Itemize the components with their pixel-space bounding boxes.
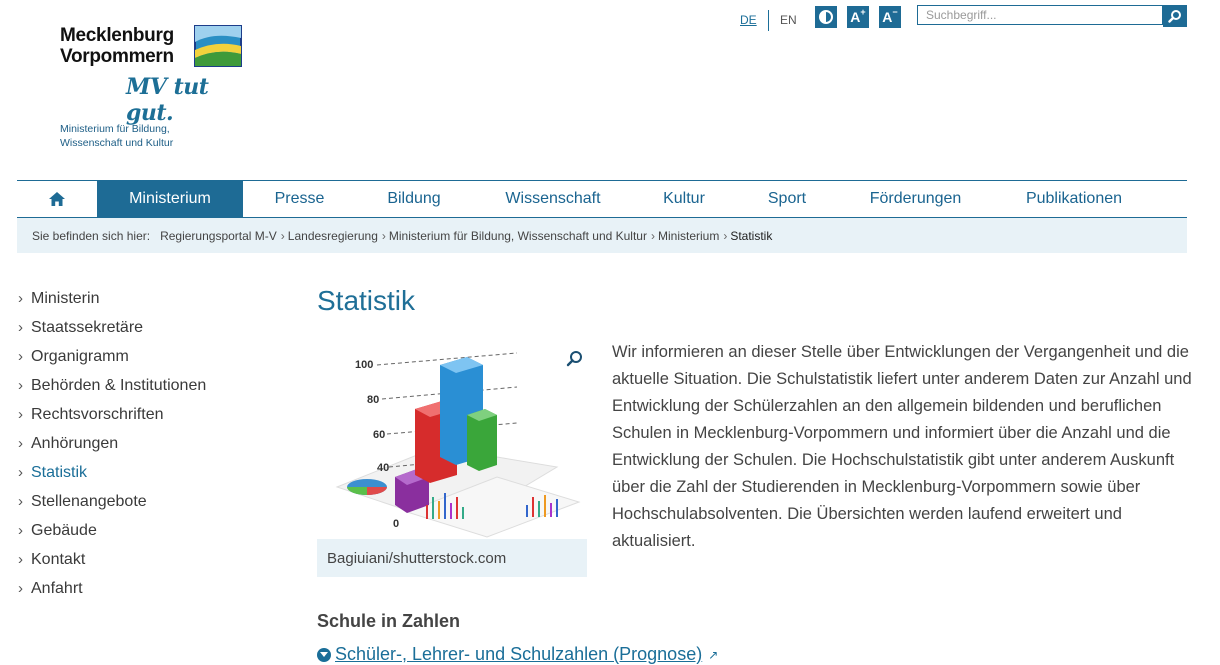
- logo-wordmark-line1: Mecklenburg: [60, 25, 174, 46]
- nav-home[interactable]: [17, 181, 97, 217]
- sidebar-item-label: Anhörungen: [31, 434, 119, 452]
- image-caption: Bagiuiani/shutterstock.com: [317, 539, 587, 577]
- axis-label: 0: [393, 518, 399, 530]
- breadcrumb-item[interactable]: Landesregierung: [288, 229, 378, 243]
- breadcrumb-label: Sie befinden sich hier:: [32, 228, 151, 243]
- search-button[interactable]: [1163, 5, 1187, 27]
- chevron-right-icon: ›: [18, 406, 23, 423]
- sidebar-item-rechtsvorschriften[interactable]: › Rechtsvorschriften: [18, 400, 278, 429]
- sidebar-item-anhoerungen[interactable]: › Anhörungen: [18, 429, 278, 458]
- breadcrumb-item[interactable]: Ministerium: [658, 229, 719, 243]
- chevron-right-icon: ›: [18, 580, 23, 597]
- page-title: Statistik: [317, 285, 416, 316]
- nav-bildung[interactable]: Bildung: [356, 181, 472, 217]
- external-link-icon: ↗: [708, 647, 719, 662]
- sidebar-item-label: Ministerin: [31, 289, 100, 307]
- chevron-right-icon: ›: [18, 319, 23, 336]
- breadcrumb: Sie befinden sich hier: Regierungsportal…: [17, 218, 1187, 253]
- sidebar-item-statistik[interactable]: › Statistik: [18, 458, 278, 487]
- site-logo[interactable]: Mecklenburg Vorpommern MV tut gut. Minis…: [60, 22, 250, 157]
- sidebar-item-label: Statistik: [31, 463, 88, 481]
- sidebar-navigation: › Ministerin › Staatssekretäre › Organigram…: [18, 284, 278, 603]
- language-divider: [768, 10, 769, 31]
- axis-label: 40: [377, 462, 389, 474]
- font-decrease-button[interactable]: A −: [879, 6, 901, 28]
- sidebar-item-label: Anfahrt: [31, 579, 83, 597]
- ministry-name-line2: Wissenschaft und Kultur: [60, 137, 174, 149]
- chevron-right-icon: ›: [381, 228, 386, 243]
- nav-presse[interactable]: Presse: [243, 181, 356, 217]
- logo-landscape-icon: [194, 25, 242, 67]
- article-figure: 100 80 60 40 0 Bagiuiani/shutterstock.co…: [317, 337, 587, 577]
- sidebar-item-anfahrt[interactable]: › Anfahrt: [18, 574, 278, 603]
- language-de-link[interactable]: DE: [740, 13, 757, 27]
- statistics-illustration[interactable]: 100 80 60 40 0: [317, 337, 587, 539]
- sidebar-item-label: Organigramm: [31, 347, 129, 365]
- sidebar-item-label: Kontakt: [31, 550, 86, 568]
- sidebar-item-label: Rechtsvorschriften: [31, 405, 164, 423]
- axis-label: 60: [373, 429, 385, 441]
- chevron-right-icon: ›: [18, 493, 23, 510]
- plus-icon: +: [860, 7, 866, 17]
- font-increase-button[interactable]: A +: [847, 6, 869, 28]
- download-icon: [317, 647, 331, 662]
- section-heading: Schule in Zahlen: [317, 611, 461, 631]
- logo-wordmark-line2: Vorpommern: [60, 46, 174, 67]
- chevron-right-icon: ›: [18, 522, 23, 539]
- search-icon: [1168, 10, 1181, 23]
- nav-ministerium[interactable]: Ministerium: [97, 181, 243, 217]
- breadcrumb-current: Statistik: [730, 228, 773, 243]
- sidebar-item-label: Gebäude: [31, 521, 97, 539]
- chevron-right-icon: ›: [18, 435, 23, 452]
- nav-foerderungen[interactable]: Förderungen: [840, 181, 991, 217]
- ministry-name-line1: Ministerium für Bildung,: [60, 123, 170, 135]
- sidebar-item-label: Stellenangebote: [31, 492, 147, 510]
- font-decrease-label: A: [882, 9, 893, 25]
- contrast-icon: [819, 10, 833, 24]
- axis-label: 100: [355, 359, 373, 371]
- nav-publikationen[interactable]: Publikationen: [991, 181, 1157, 217]
- chevron-right-icon: ›: [18, 290, 23, 307]
- chevron-right-icon: ›: [18, 377, 23, 394]
- font-increase-label: A: [850, 9, 861, 25]
- sidebar-item-label: Behörden & Institutionen: [31, 376, 207, 394]
- sidebar-item-gebaeude[interactable]: › Gebäude: [18, 516, 278, 545]
- ministry-name: Ministerium für Bildung, Wissenschaft un…: [60, 122, 220, 150]
- sidebar-item-organigramm[interactable]: › Organigramm: [18, 342, 278, 371]
- contrast-toggle-button[interactable]: [815, 6, 837, 28]
- logo-slogan: MV tut gut.: [126, 74, 209, 126]
- minus-icon: −: [892, 7, 898, 17]
- chevron-right-icon: ›: [723, 228, 728, 243]
- chevron-right-icon: ›: [280, 228, 285, 243]
- chevron-right-icon: ›: [18, 551, 23, 568]
- chevron-right-icon: ›: [18, 464, 23, 481]
- breadcrumb-item[interactable]: Regierungsportal M-V: [160, 229, 277, 243]
- nav-wissenschaft[interactable]: Wissenschaft: [472, 181, 634, 217]
- home-icon: [49, 192, 65, 206]
- nav-sport[interactable]: Sport: [734, 181, 840, 217]
- breadcrumb-item[interactable]: Ministerium für Bildung, Wissenschaft un…: [389, 229, 647, 243]
- axis-label: 80: [367, 394, 379, 406]
- nav-kultur[interactable]: Kultur: [634, 181, 734, 217]
- search-input[interactable]: [917, 5, 1163, 25]
- sidebar-item-label: Staatssekretäre: [31, 318, 144, 336]
- intro-paragraph: Wir informieren an dieser Stelle über En…: [612, 343, 1192, 550]
- sidebar-item-ministerin[interactable]: › Ministerin: [18, 284, 278, 313]
- sidebar-item-staatssekretaere[interactable]: › Staatssekretäre: [18, 313, 278, 342]
- sidebar-item-kontakt[interactable]: › Kontakt: [18, 545, 278, 574]
- language-en-link[interactable]: EN: [780, 13, 797, 27]
- sidebar-item-stellenangebote[interactable]: › Stellenangebote: [18, 487, 278, 516]
- chevron-right-icon: ›: [18, 348, 23, 365]
- sidebar-item-behoerden[interactable]: › Behörden & Institutionen: [18, 371, 278, 400]
- zoom-icon[interactable]: [566, 350, 584, 368]
- chevron-right-icon: ›: [650, 228, 655, 243]
- main-navigation: Ministerium Presse Bildung Wissenschaft …: [17, 180, 1187, 218]
